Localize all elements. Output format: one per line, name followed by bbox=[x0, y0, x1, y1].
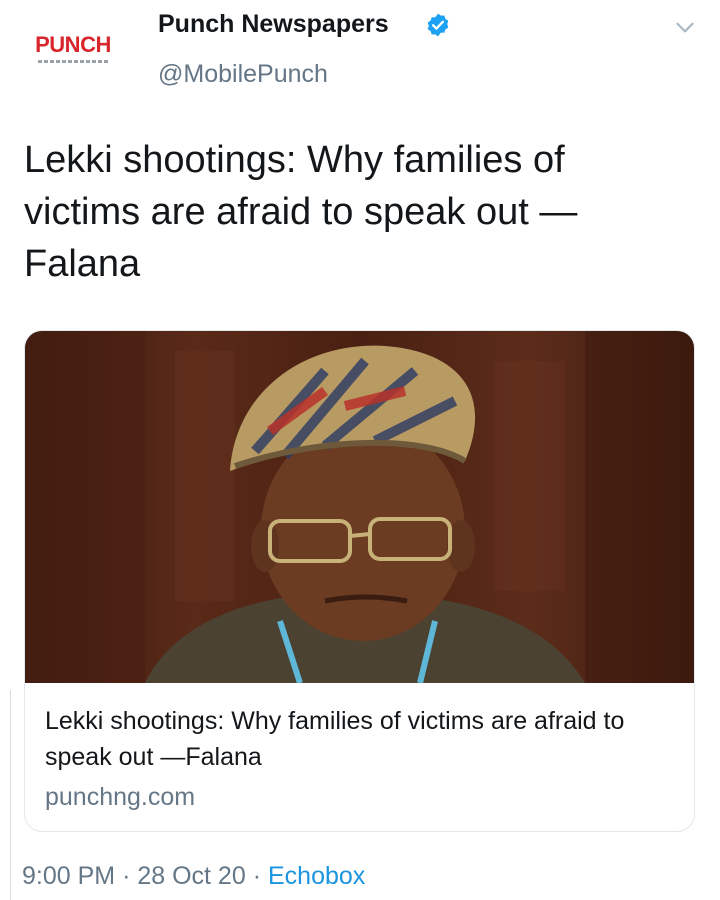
card-image bbox=[25, 331, 694, 683]
avatar[interactable]: PUNCH bbox=[14, 18, 132, 78]
display-name[interactable]: Punch Newspapers bbox=[158, 10, 389, 39]
punch-logo: PUNCH bbox=[35, 31, 111, 57]
tweet-text: Lekki shootings: Why families of victims… bbox=[24, 139, 578, 285]
portrait-photo bbox=[25, 331, 694, 683]
adjacent-panel-edge bbox=[0, 690, 11, 900]
tweet-metadata: 9:00 PM · 28 Oct 20 · Echobox bbox=[22, 862, 365, 891]
tweet-date[interactable]: 28 Oct 20 bbox=[137, 862, 245, 890]
meta-separator: · bbox=[122, 862, 131, 890]
link-preview-card[interactable]: Lekki shootings: Why families of victims… bbox=[24, 330, 695, 832]
card-domain: punchng.com bbox=[45, 783, 196, 811]
logo-tagline-line bbox=[38, 59, 108, 63]
tweet-source[interactable]: Echobox bbox=[268, 862, 365, 890]
chevron-down-icon[interactable] bbox=[672, 14, 698, 40]
user-handle[interactable]: @MobilePunch bbox=[158, 60, 328, 89]
tweet-time[interactable]: 9:00 PM bbox=[22, 862, 115, 890]
verified-badge-icon bbox=[427, 13, 449, 37]
meta-separator: · bbox=[252, 862, 262, 890]
card-title[interactable]: Lekki shootings: Why families of victims… bbox=[45, 703, 665, 775]
